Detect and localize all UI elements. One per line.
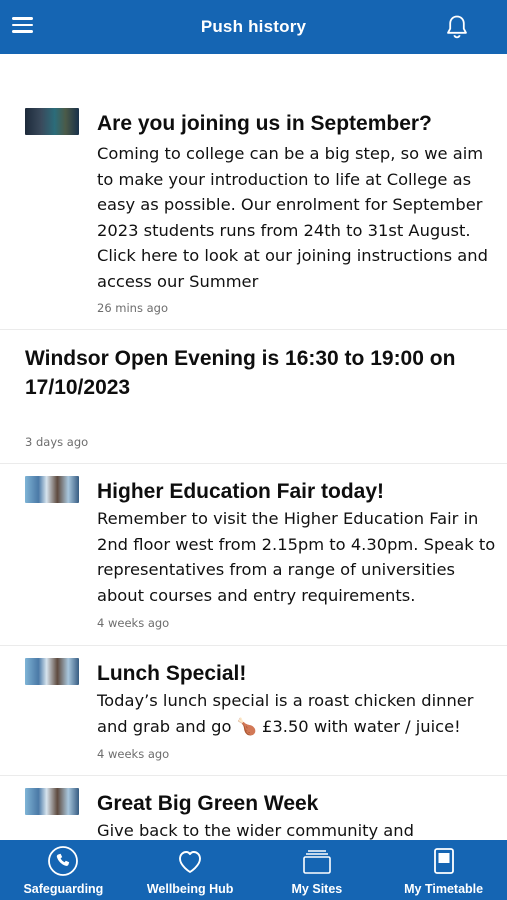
notification-body: Give back to the wider community and	[97, 821, 414, 840]
notifications-bell-icon[interactable]	[445, 14, 469, 40]
app-header: Push history	[0, 0, 507, 54]
list-item[interactable]: Great Big Green Week Give back to the wi…	[0, 776, 507, 840]
notification-thumbnail	[25, 788, 79, 815]
heart-icon	[179, 851, 202, 873]
tab-label: My Sites	[291, 882, 343, 896]
hamburger-line	[12, 23, 33, 26]
notification-time: 4 weeks ago	[97, 747, 170, 761]
push-history-list[interactable]: Are you joining us in September? Coming …	[0, 54, 507, 840]
notification-time: 26 mins ago	[97, 301, 169, 315]
tab-safeguarding[interactable]: Safeguarding	[0, 840, 127, 900]
notification-body: Remember to visit the Higher Education F…	[97, 509, 496, 605]
notification-time: 3 days ago	[25, 435, 89, 449]
list-item[interactable]: Are you joining us in September? Coming …	[0, 54, 507, 330]
notification-title: Windsor Open Evening is 16:30 to 19:00 o…	[25, 347, 456, 399]
notification-thumbnail	[25, 108, 79, 135]
tab-my-sites[interactable]: My Sites	[254, 840, 381, 900]
list-item[interactable]: Lunch Special! Today’s lunch special is …	[0, 646, 507, 776]
notification-title: Higher Education Fair today!	[97, 480, 385, 503]
notification-thumbnail	[25, 658, 79, 685]
list-item[interactable]: Higher Education Fair today! Remember to…	[0, 464, 507, 646]
timetable-icon	[433, 848, 454, 874]
list-item[interactable]: Windsor Open Evening is 16:30 to 19:00 o…	[0, 330, 507, 464]
notification-body: Today’s lunch special is a roast chicken…	[97, 691, 474, 736]
hamburger-line	[12, 30, 33, 33]
stack-icon	[303, 850, 331, 874]
menu-button[interactable]	[12, 17, 34, 37]
bottom-tab-bar: Safeguarding Wellbeing Hub My Sites My T…	[0, 840, 507, 900]
notification-body: Coming to college can be a big step, so …	[97, 144, 488, 291]
tab-label: My Timetable	[404, 882, 484, 896]
phone-icon	[48, 846, 79, 876]
tab-wellbeing-hub[interactable]: Wellbeing Hub	[127, 840, 254, 900]
notification-title: Are you joining us in September?	[97, 112, 432, 135]
tab-label: Wellbeing Hub	[146, 882, 234, 896]
notification-time: 4 weeks ago	[97, 616, 170, 630]
notification-title: Great Big Green Week	[97, 792, 319, 815]
hamburger-line	[12, 17, 33, 20]
notification-thumbnail	[25, 476, 79, 503]
notification-title: Lunch Special!	[97, 662, 247, 685]
tab-label: Safeguarding	[23, 882, 104, 896]
tab-my-timetable[interactable]: My Timetable	[380, 840, 507, 900]
page-title: Push history	[200, 17, 307, 36]
